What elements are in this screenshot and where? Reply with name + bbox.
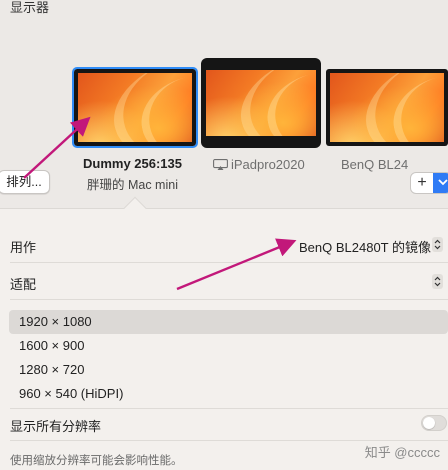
add-button[interactable]: + [411, 173, 433, 193]
divider [10, 408, 448, 409]
divider [10, 440, 448, 441]
resolution-option[interactable]: 1600 × 900 [9, 334, 448, 358]
airplay-icon [213, 158, 228, 170]
display-subtitle-dummy: 胖珊的 Mac mini [87, 178, 178, 192]
display-name-dummy: Dummy 256:135 [83, 156, 182, 171]
display-thumbnail-dummy[interactable] [72, 67, 198, 148]
resolution-option[interactable]: 960 × 540 (HiDPI) [9, 382, 448, 406]
resolution-list: 1920 × 1080 1600 × 900 1280 × 720 960 × … [9, 310, 448, 406]
performance-footnote: 使用缩放分辨率可能会影响性能。 [10, 455, 183, 467]
show-all-resolutions-label: 显示所有分辨率 [10, 419, 102, 434]
wallpaper [206, 70, 316, 136]
wallpaper [78, 73, 192, 142]
use-as-select[interactable]: BenQ BL2480T 的镜像 [299, 237, 431, 256]
display-name-benq: BenQ BL24 [341, 157, 409, 172]
divider [10, 262, 448, 263]
fit-label: 适配 [10, 277, 37, 292]
divider [10, 299, 448, 300]
page-title: 显示器 [10, 0, 50, 15]
display-thumbnail-ipad[interactable] [201, 58, 321, 148]
wallpaper [330, 73, 444, 142]
resolution-option[interactable]: 1920 × 1080 [9, 310, 448, 334]
display-label-ipad: iPadpro2020 [213, 157, 305, 172]
display-name-ipad: iPadpro2020 [231, 157, 305, 172]
chevron-down-icon[interactable] [433, 173, 448, 193]
arrange-button[interactable]: 排列... [0, 170, 50, 194]
show-all-resolutions-toggle[interactable] [421, 415, 447, 431]
display-thumbnail-benq[interactable] [326, 69, 448, 146]
resolution-option[interactable]: 1280 × 720 [9, 358, 448, 382]
select-arrows-icon[interactable] [432, 274, 443, 289]
watermark: 知乎 @ccccc [364, 445, 440, 460]
use-as-label: 用作 [10, 240, 37, 255]
select-arrows-icon[interactable] [432, 237, 443, 252]
add-display-control[interactable]: + [410, 172, 448, 194]
